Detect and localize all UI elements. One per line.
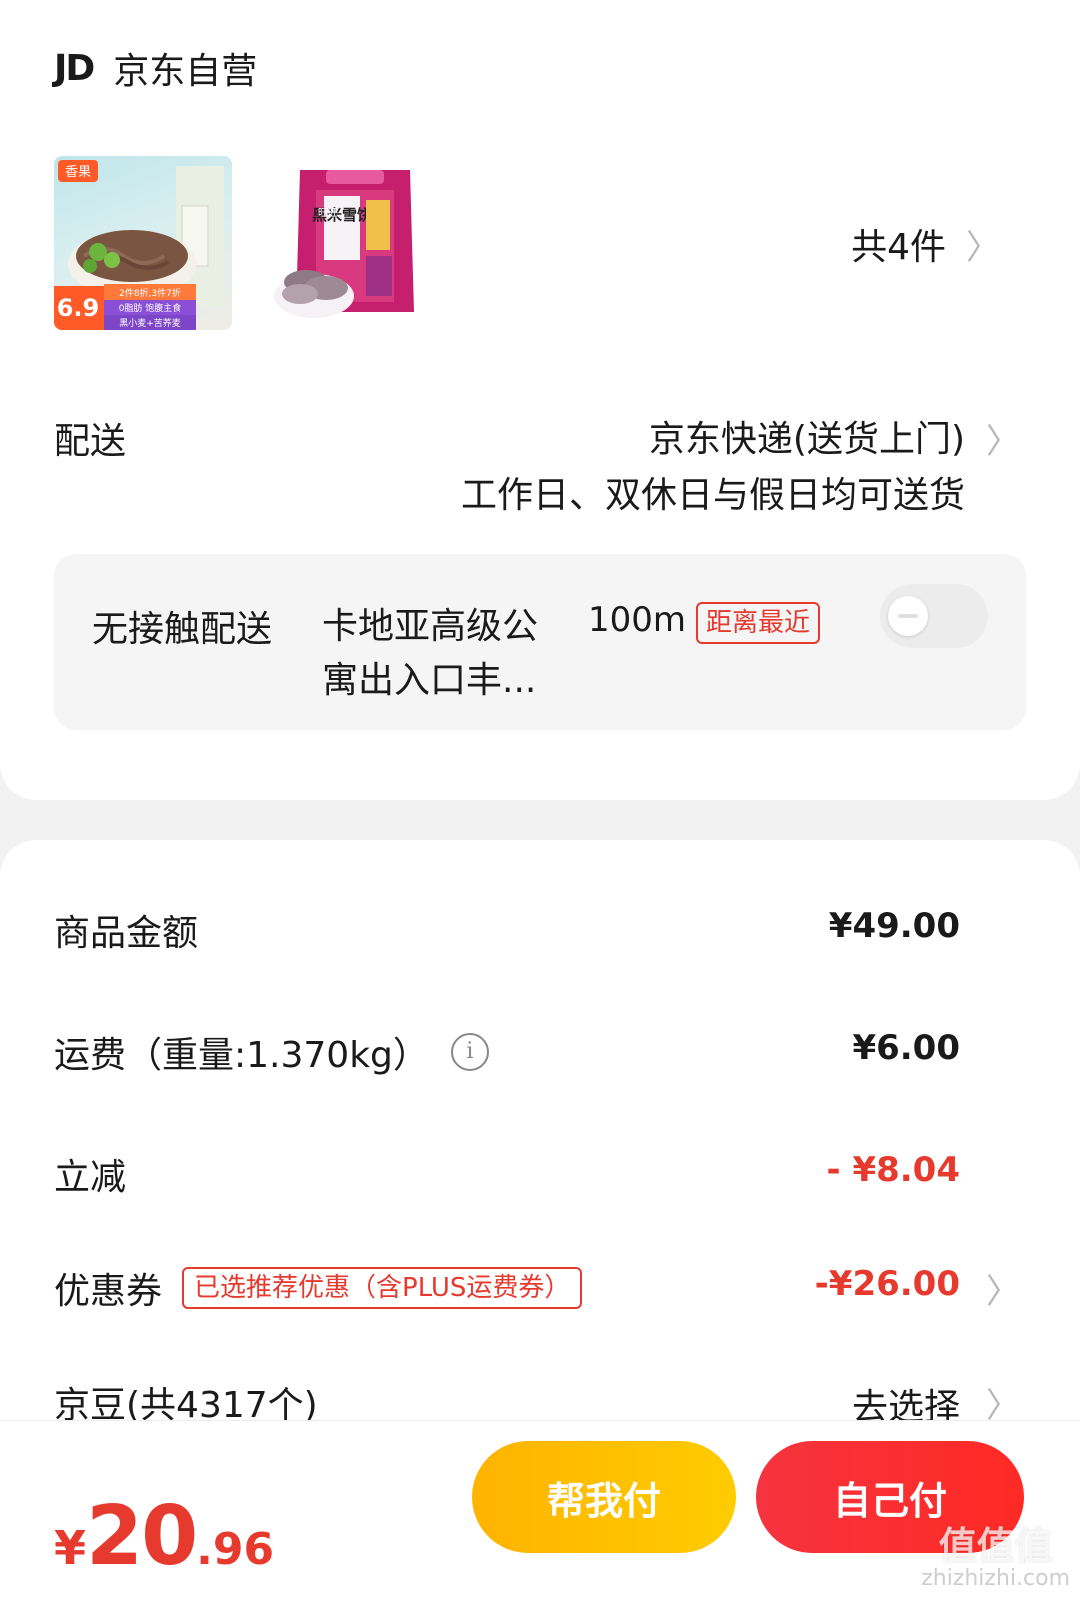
pickup-address: 卡地亚高级公寓出入口丰... [322,606,539,701]
order-info-card: JD 京东自营 香果 6.9 2件8折,3件7折 0脂肪 饱腹主食 黑小麦+苦荞… [0,0,1080,800]
total-integer: 20 [86,1489,198,1584]
product-tag-2: 黑小麦+苦荞麦 [119,317,181,329]
chevron-right-icon: 〉 [986,1272,1020,1312]
goods-amount-label: 商品金额 [54,913,199,954]
watermark-domain: zhizhizhi.com [921,1566,1070,1591]
contactless-toggle[interactable] [880,584,988,648]
product-tag-1: 0脂肪 饱腹主食 [119,302,182,314]
contactless-delivery-box: 无接触配送 卡地亚高级公寓出入口丰... 100m 距离最近 [54,554,1026,730]
delivery-method[interactable]: 京东快递(送货上门) [649,410,965,462]
currency-symbol: ¥ [54,1521,87,1575]
product-thumbnail-noodles[interactable]: 香果 6.9 2件8折,3件7折 0脂肪 饱腹主食 黑小麦+苦荞麦 [54,156,232,330]
coupon-selected-badge: 已选推荐优惠（含PLUS运费券） [182,1267,583,1309]
coupon-row[interactable]: 优惠券 已选推荐优惠（含PLUS运费券） -¥26.00 〉 [54,1254,1020,1324]
product-promo-text: 2件8折,3件7折 [119,287,181,299]
product-price-badge: 6.9 [57,294,100,322]
product-brand-text: 香果 [65,165,91,180]
instant-discount-row: 立减 - ¥8.04 [54,1140,1020,1210]
nearest-badge: 距离最近 [696,602,821,644]
delivery-schedule: 工作日、双休日与假日均可送货 [460,475,965,516]
shipping-fee-row: 运费（重量:1.370kg） i ¥6.00 [54,1018,1020,1088]
help-pay-button[interactable]: 帮我付 [472,1441,736,1553]
watermark: 值值值 zhizhizhi.com [921,1525,1070,1591]
coupon-label: 优惠券 [54,1271,163,1312]
coupon-value: -¥26.00 [814,1264,960,1304]
product-count: 共4件 [851,227,946,268]
jd-logo-icon: JD [54,47,95,89]
info-icon[interactable]: i [450,1033,489,1071]
shipping-fee-label: 运费（重量:1.370kg） [54,1035,429,1076]
goods-amount-row: 商品金额 ¥49.00 [54,896,1020,966]
checkout-bar: ¥ 20 .96 帮我付 自己付 值值值 zhizhizhi.com [0,1420,1080,1601]
shipping-fee-value: ¥6.00 [852,1028,960,1068]
shop-header: JD 京东自营 [54,40,257,96]
pickup-distance: 100m [588,600,687,640]
product-brand-text-2: 旺旺 [318,208,338,219]
instant-discount-label: 立减 [54,1157,127,1198]
product-count-row[interactable]: 共4件 〉 [851,218,1000,270]
toggle-knob [888,596,928,636]
goods-amount-value: ¥49.00 [828,906,960,946]
total-price: ¥ 20 .96 [54,1489,274,1584]
chevron-right-icon[interactable]: 〉 [986,414,1020,463]
chevron-right-icon: 〉 [966,227,1000,268]
contactless-label: 无接触配送 [92,609,273,650]
product-thumbnail-crackers[interactable]: 黑米雪饼 旺旺 [266,156,444,330]
shop-name: 京东自营 [113,51,258,92]
delivery-label: 配送 [54,421,127,462]
instant-discount-value: - ¥8.04 [826,1150,961,1190]
watermark-logo: 值值值 [938,1524,1053,1568]
total-decimal: .96 [196,1524,275,1575]
